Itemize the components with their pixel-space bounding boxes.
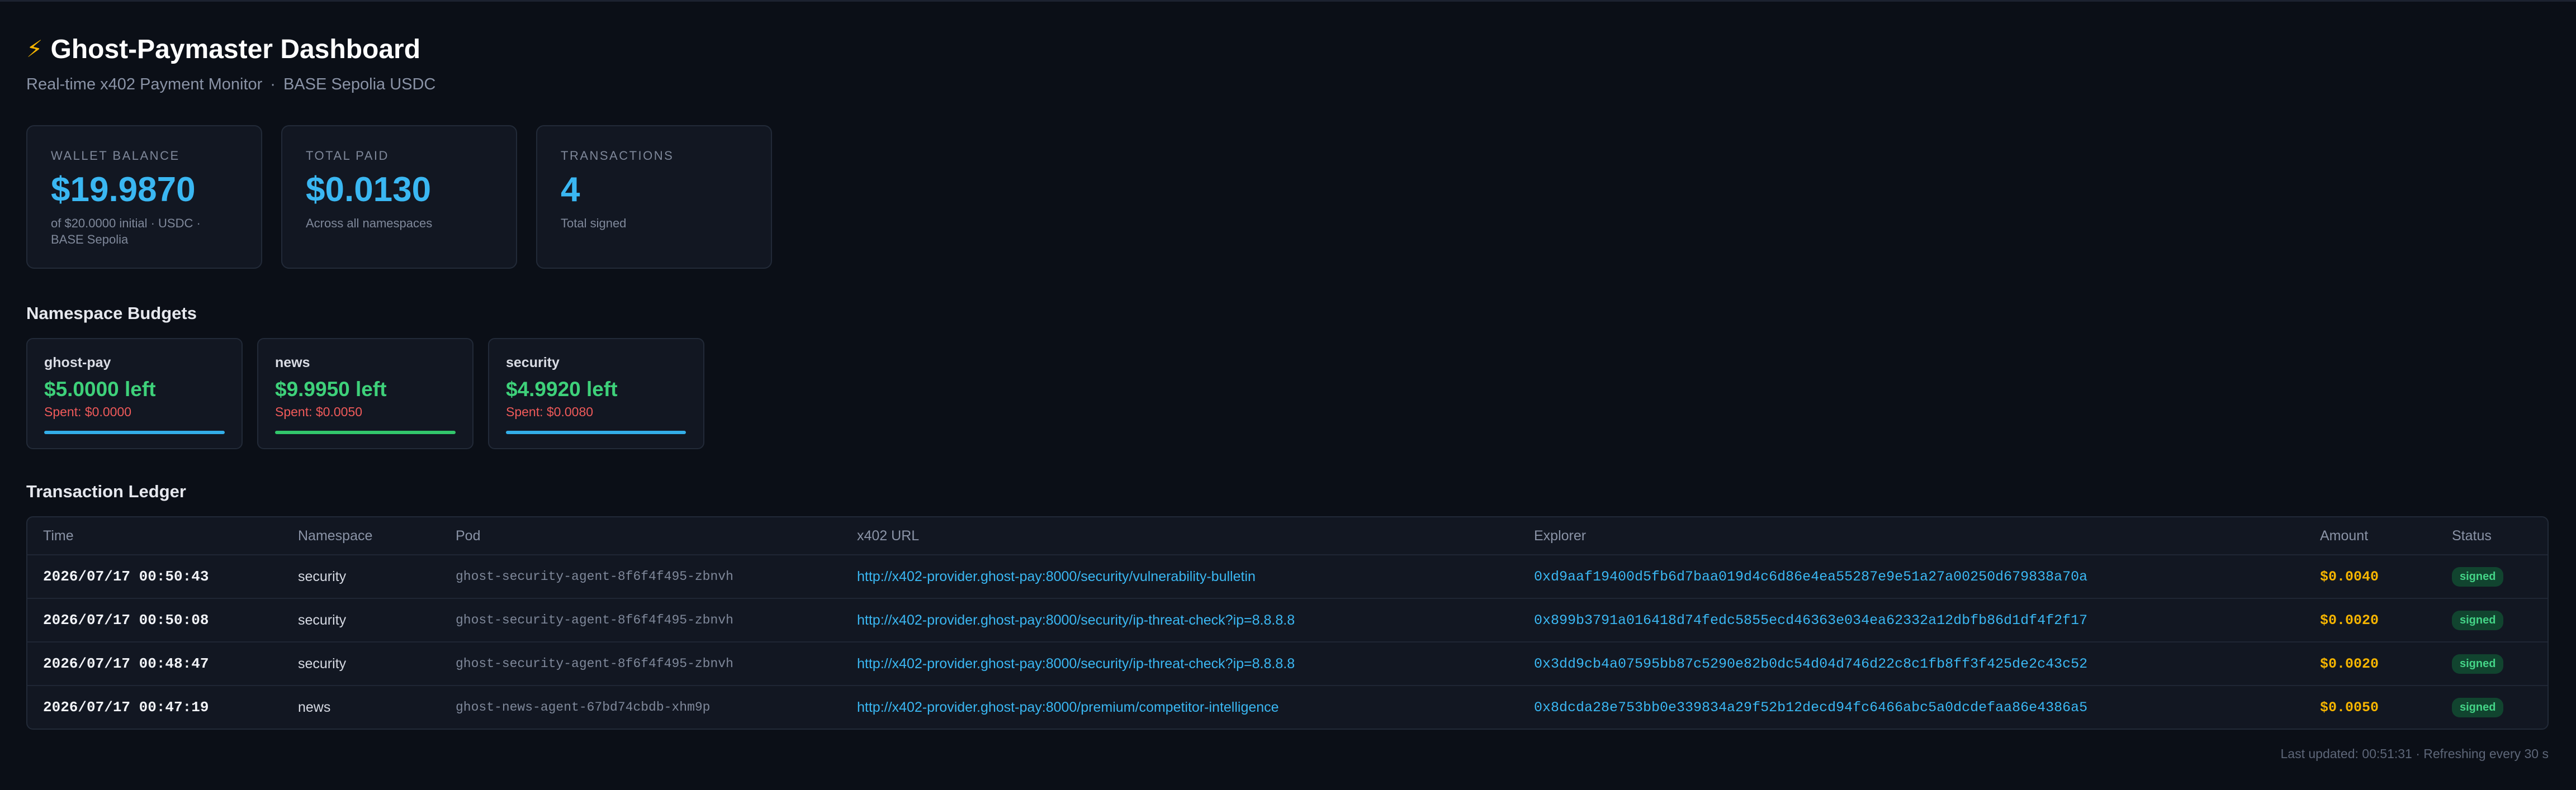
stat-note: Across all namespaces xyxy=(306,216,433,231)
cell-status: signed xyxy=(2436,555,2547,599)
cell-amount: $0.0040 xyxy=(2304,555,2436,599)
cell-namespace: security xyxy=(282,642,440,686)
ledger-table: Time Namespace Pod x402 URL Explorer Amo… xyxy=(27,517,2547,729)
stat-note: Total signed xyxy=(561,216,627,231)
budget-namespace: security xyxy=(506,355,560,370)
stat-label: Wallet Balance xyxy=(51,149,180,163)
column-header-namespace: Namespace xyxy=(282,517,440,555)
column-header-amount: Amount xyxy=(2304,517,2436,555)
ledger-header-row: Time Namespace Pod x402 URL Explorer Amo… xyxy=(27,517,2547,555)
stat-value: 4 xyxy=(561,170,580,209)
cell-time: 2026/07/17 00:47:19 xyxy=(43,699,209,716)
status-badge: signed xyxy=(2452,654,2504,674)
cell-url-link[interactable]: http://x402-provider.ghost-pay:8000/secu… xyxy=(841,642,1518,686)
cell-time: 2026/07/17 00:48:47 xyxy=(27,642,282,686)
cell-status: signed xyxy=(2436,686,2547,729)
column-header-status: Status xyxy=(2436,517,2547,555)
namespace-budgets: ghost-pay $5.0000 left Spent: $0.0000 ne… xyxy=(26,338,2550,449)
cell-time: 2026/07/17 00:50:08 xyxy=(27,598,282,643)
column-header-time: Time xyxy=(27,517,282,555)
budget-card-news: news $9.9950 left Spent: $0.0050 xyxy=(257,338,473,449)
cell-pod: ghost-security-agent-8f6f4f495-zbnvh xyxy=(440,642,841,686)
lightning-bolt-icon: ⚡ xyxy=(26,36,43,62)
cell-status: signed xyxy=(2436,642,2547,686)
header: ⚡ Ghost-Paymaster Dashboard xyxy=(26,30,2550,69)
budget-card-security: security $4.9920 left Spent: $0.0080 xyxy=(488,338,704,449)
cell-explorer-link[interactable]: 0x899b3791a016418d74fedc5855ecd46363e034… xyxy=(1518,598,2304,643)
subtitle-network: BASE Sepolia USDC xyxy=(283,75,436,93)
cell-namespace: security xyxy=(282,598,440,643)
cell-url-link[interactable]: http://x402-provider.ghost-pay:8000/prem… xyxy=(841,686,1518,729)
table-row: 2026/07/17 00:50:08 security ghost-secur… xyxy=(27,598,2547,643)
budget-spent: Spent: $0.0000 xyxy=(44,404,132,419)
namespace-budgets-heading: Namespace Budgets xyxy=(26,303,197,323)
transaction-ledger: Time Namespace Pod x402 URL Explorer Amo… xyxy=(26,516,2549,730)
status-badge: signed xyxy=(2452,610,2504,630)
cell-explorer-link[interactable]: 0x3dd9cb4a07595bb87c5290e82b0dc54d04d746… xyxy=(1518,642,2304,686)
stat-label: Transactions xyxy=(561,149,674,163)
budget-progress-bar xyxy=(44,431,225,434)
cell-url-link[interactable]: http://x402-provider.ghost-pay:8000/secu… xyxy=(841,555,1518,599)
transaction-ledger-heading: Transaction Ledger xyxy=(26,482,186,501)
cell-amount: $0.0020 xyxy=(2304,598,2436,643)
dashboard: ⚡ Ghost-Paymaster Dashboard Real-time x4… xyxy=(0,2,2576,762)
budget-card-ghost-pay: ghost-pay $5.0000 left Spent: $0.0000 xyxy=(26,338,243,449)
stats-row: Wallet Balance $19.9870 of $20.0000 init… xyxy=(26,125,2550,269)
stat-card-transactions: Transactions 4 Total signed xyxy=(536,125,772,269)
table-row: 2026/07/17 00:48:47 security ghost-secur… xyxy=(27,642,2547,686)
cell-time: 2026/07/17 00:50:43 xyxy=(27,555,282,599)
page-title: Ghost-Paymaster Dashboard xyxy=(50,34,421,64)
budget-remaining: $9.9950 left xyxy=(275,378,387,401)
page-subtitle: Real-time x402 Payment Monitor · BASE Sepo… xyxy=(26,75,2550,94)
budget-spent: Spent: $0.0050 xyxy=(275,404,363,419)
cell-pod: ghost-security-agent-8f6f4f495-zbnvh xyxy=(440,555,841,599)
table-row: 2026/07/17 00:47:19 news ghost-news-agen… xyxy=(27,686,2547,729)
budget-progress-bar xyxy=(275,431,456,434)
column-header-url: x402 URL xyxy=(841,517,1518,555)
budget-remaining: $4.9920 left xyxy=(506,378,618,401)
budget-spent: Spent: $0.0080 xyxy=(506,404,594,419)
cell-status: signed xyxy=(2436,598,2547,643)
cell-pod: ghost-security-agent-8f6f4f495-zbnvh xyxy=(440,598,841,643)
cell-amount: $0.0050 xyxy=(2320,699,2379,716)
cell-explorer-link[interactable]: 0x8dcda28e753bb0e339834a29f52b12decd94fc… xyxy=(1518,686,2304,729)
column-header-explorer: Explorer xyxy=(1518,517,2304,555)
last-updated-status: Last updated: 00:51:31 · Refreshing ever… xyxy=(2280,746,2549,761)
stat-label: Total Paid xyxy=(306,149,389,163)
budget-progress-bar xyxy=(506,431,686,434)
cell-pod: ghost-news-agent-67bd74cbdb-xhm9p xyxy=(456,700,711,715)
column-header-pod: Pod xyxy=(440,517,841,555)
cell-url-link[interactable]: http://x402-provider.ghost-pay:8000/secu… xyxy=(841,598,1518,643)
stat-value: $0.0130 xyxy=(306,170,432,209)
cell-explorer-link[interactable]: 0xd9aaf19400d5fb6d7baa019d4c6d86e4ea5528… xyxy=(1518,555,2304,599)
budget-remaining: $5.0000 left xyxy=(44,378,156,401)
cell-amount: $0.0020 xyxy=(2304,642,2436,686)
status-badge: signed xyxy=(2452,567,2504,587)
cell-namespace: security xyxy=(282,555,440,599)
stat-card-total-paid: Total Paid $0.0130 Across all namespaces xyxy=(281,125,517,269)
budget-namespace: news xyxy=(275,355,310,370)
subtitle-monitor: Real-time x402 Payment Monitor xyxy=(26,75,263,93)
budget-namespace: ghost-pay xyxy=(44,355,111,370)
status-badge: signed xyxy=(2452,697,2504,717)
table-row: 2026/07/17 00:50:43 security ghost-secur… xyxy=(27,555,2547,599)
stat-value: $19.9870 xyxy=(51,170,196,209)
cell-namespace: news xyxy=(298,699,331,715)
subtitle-separator: · xyxy=(270,75,276,93)
stat-note: of $20.0000 initial · USDC · BASE Sepoli… xyxy=(51,216,201,246)
stat-card-wallet-balance: Wallet Balance $19.9870 of $20.0000 init… xyxy=(26,125,262,269)
